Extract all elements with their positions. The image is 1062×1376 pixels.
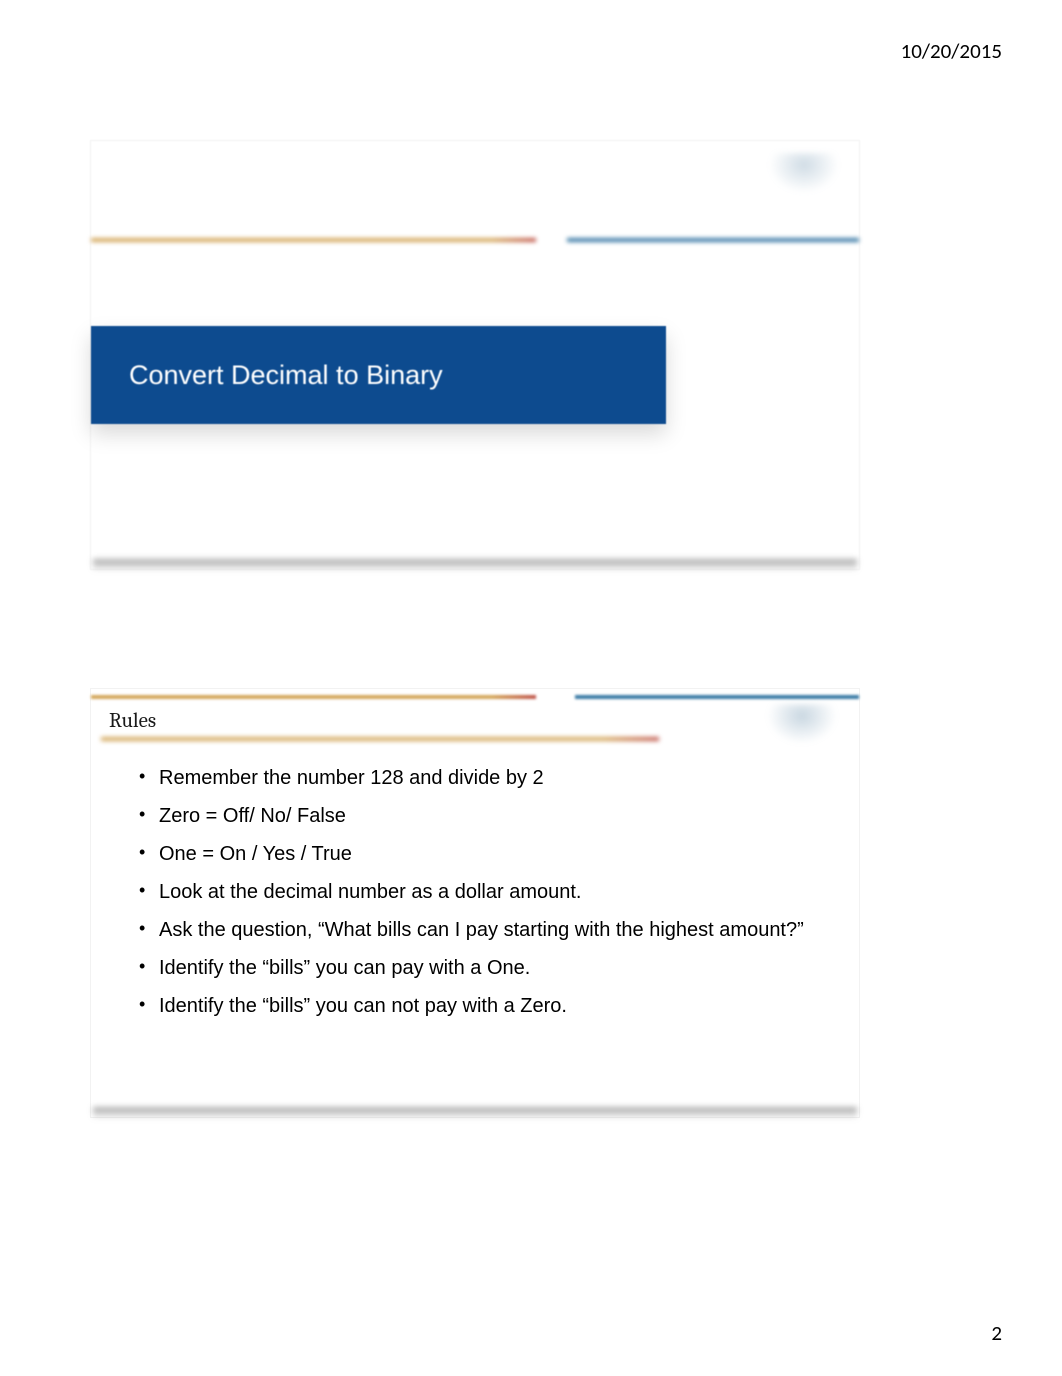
list-item: Identify the “bills” you can not pay wit… xyxy=(139,987,819,1025)
list-item: Remember the number 128 and divide by 2 xyxy=(139,759,819,797)
decorative-stripe-bottom xyxy=(101,735,659,739)
date-header: 10/20/2015 xyxy=(901,38,1002,64)
list-item: Look at the decimal number as a dollar a… xyxy=(139,873,819,911)
rules-list: Remember the number 128 and divide by 2 … xyxy=(139,759,819,1025)
slide-2: Rules Remember the number 128 and divide… xyxy=(90,688,860,1118)
list-item: Ask the question, “What bills can I pay … xyxy=(139,911,819,949)
decorative-stripe xyxy=(91,236,859,244)
title-box: Convert Decimal to Binary xyxy=(91,326,666,424)
slide-title: Convert Decimal to Binary xyxy=(129,360,443,391)
decorative-stripe-top xyxy=(91,693,859,698)
list-item: Zero = Off/ No/ False xyxy=(139,797,819,835)
slide-2-title: Rules xyxy=(109,709,156,733)
logo-icon xyxy=(769,153,839,193)
page-number: 2 xyxy=(991,1320,1002,1346)
list-item: Identify the “bills” you can pay with a … xyxy=(139,949,819,987)
list-item: One = On / Yes / True xyxy=(139,835,819,873)
slide-1: Convert Decimal to Binary xyxy=(90,140,860,570)
logo-icon xyxy=(767,704,837,744)
